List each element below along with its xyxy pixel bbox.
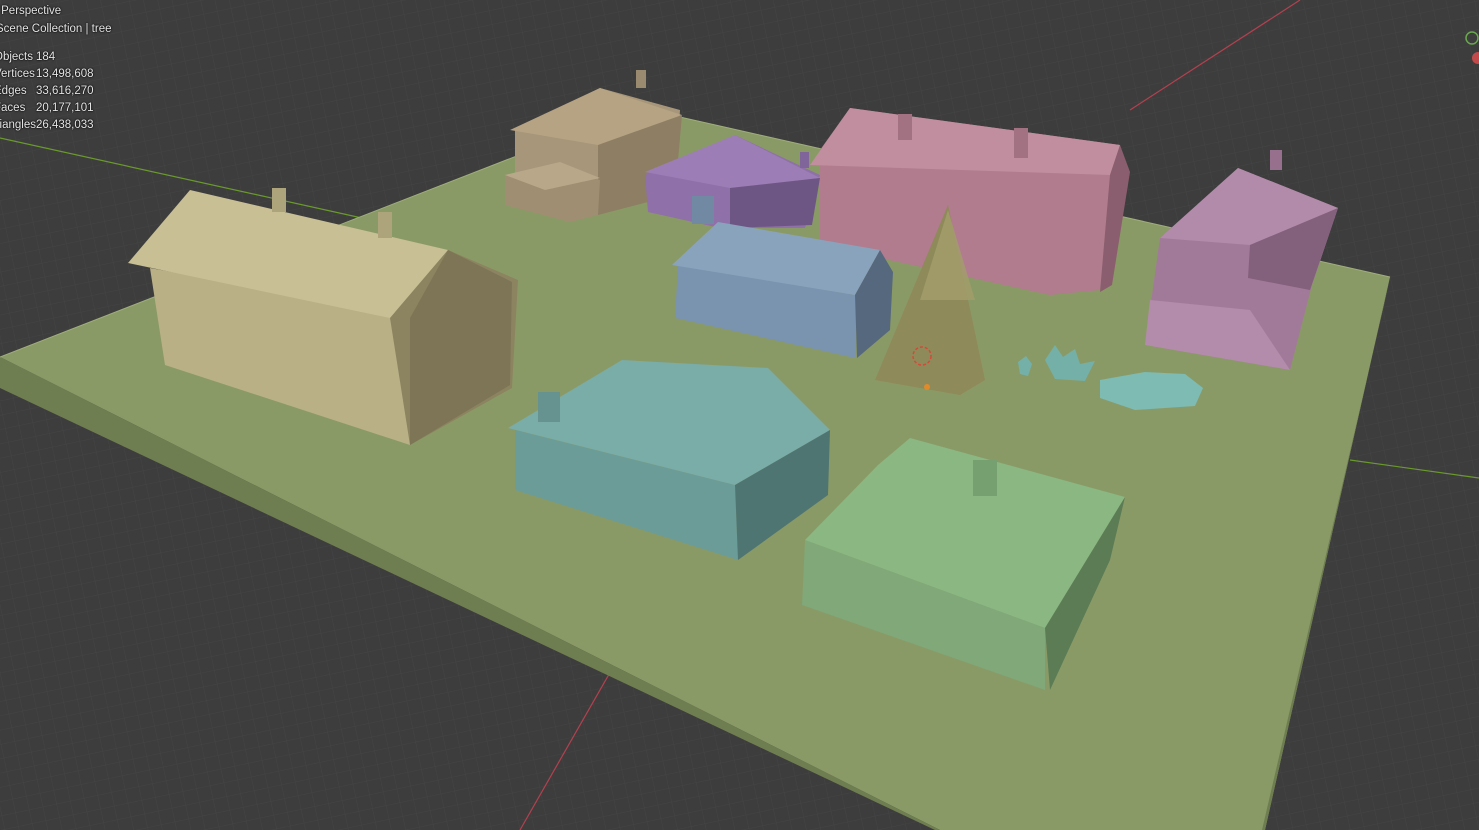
3d-viewport[interactable] [0,0,1479,830]
